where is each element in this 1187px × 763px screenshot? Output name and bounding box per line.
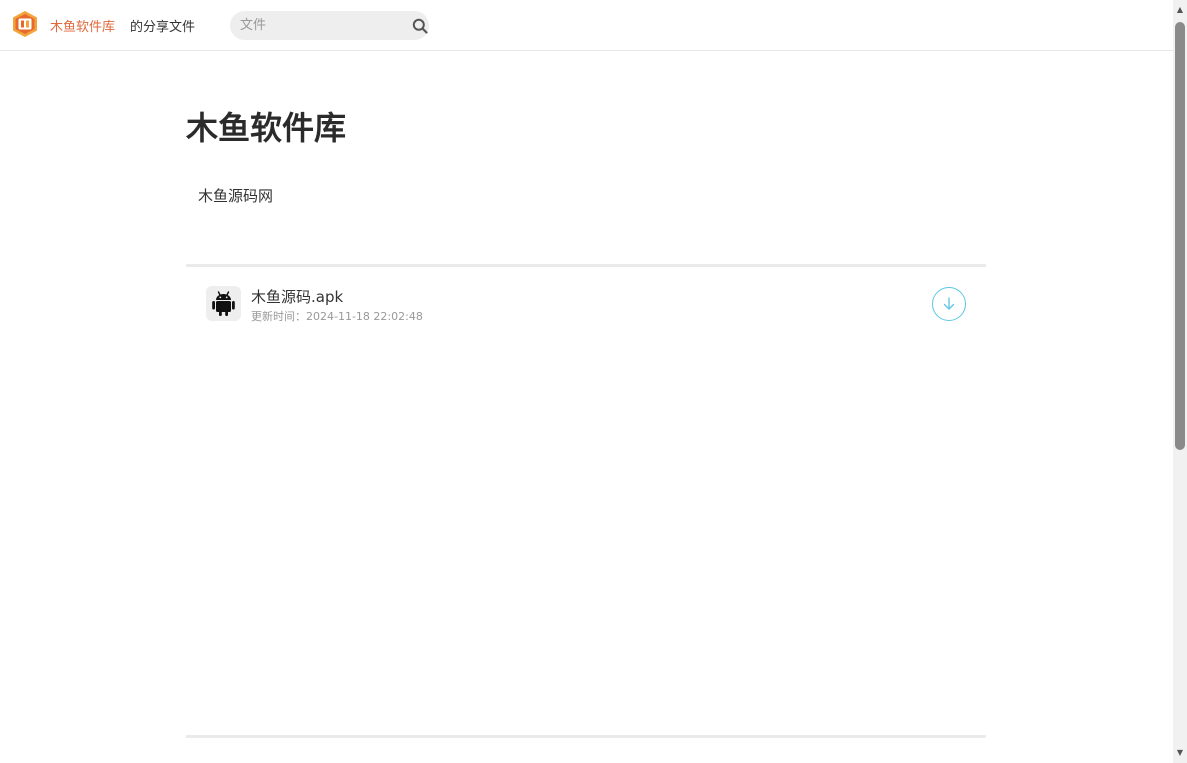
- file-name[interactable]: 木鱼源码.apk: [251, 286, 343, 307]
- android-icon: [206, 286, 241, 321]
- brand-name[interactable]: 木鱼软件库: [50, 16, 115, 35]
- brand-suffix: 的分享文件: [130, 20, 196, 35]
- file-updated-time: 更新时间：2024-11-18 22:02:48: [251, 310, 423, 323]
- scroll-up-arrow-icon[interactable]: ▲: [1173, 3, 1187, 17]
- scroll-down-arrow-icon[interactable]: ▼: [1173, 746, 1187, 760]
- brand-logo-icon[interactable]: [11, 10, 39, 38]
- list-bottom-divider: [186, 735, 986, 738]
- search-input[interactable]: [240, 11, 410, 40]
- download-arrow-icon: [943, 297, 955, 310]
- page-title: 木鱼软件库: [186, 109, 347, 147]
- top-header: 木鱼软件库 的分享文件: [0, 0, 1173, 51]
- page-description: 木鱼源码网: [198, 187, 274, 205]
- search-box: [230, 11, 429, 40]
- search-icon[interactable]: [412, 18, 428, 34]
- page: 木鱼软件库 的分享文件 木鱼软件库 木鱼源码网: [0, 0, 1187, 763]
- file-list-item[interactable]: 木鱼源码.apk 更新时间：2024-11-18 22:02:48: [186, 267, 986, 339]
- scrollbar-thumb[interactable]: [1175, 22, 1185, 450]
- download-button[interactable]: [932, 287, 966, 321]
- vertical-scrollbar[interactable]: ▲ ▼: [1173, 0, 1187, 763]
